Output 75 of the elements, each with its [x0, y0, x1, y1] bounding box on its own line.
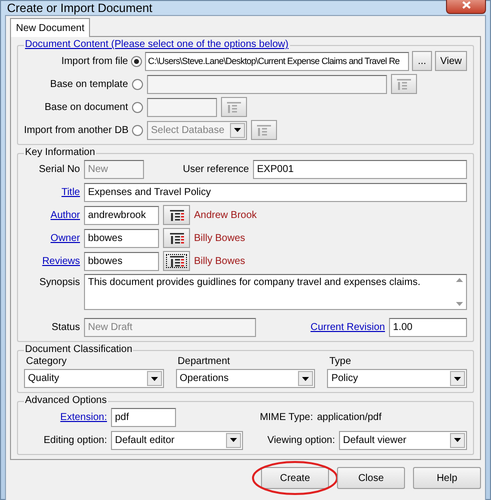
close-icon	[462, 1, 470, 9]
radio-button[interactable]	[131, 56, 142, 66]
user-reference-field[interactable]: EXP001	[253, 160, 467, 178]
field-label: User reference	[182, 164, 249, 174]
radio-button[interactable]	[132, 124, 143, 136]
classification-dropdown[interactable]: Policy	[327, 369, 467, 388]
group-title: Document Classification	[24, 344, 134, 356]
person-name: Billy Bowes	[194, 232, 246, 244]
field-label: Status	[50, 322, 80, 332]
group-title: Key Information	[24, 147, 96, 159]
option-label: Import from another DB	[24, 124, 128, 136]
group-title-link[interactable]: Document Content (Please select one of the options below)	[24, 39, 290, 51]
list-icon	[397, 78, 411, 90]
mime-type-value: application/pdf	[317, 412, 382, 422]
browse-button[interactable]: ...	[412, 51, 432, 71]
person-name: Andrew Brook	[194, 210, 257, 220]
username-field[interactable]: bbowes	[84, 228, 159, 248]
radio-button[interactable]	[132, 78, 143, 90]
dialog-button[interactable]: Close	[337, 467, 405, 489]
extension-link[interactable]: Extension:	[24, 412, 107, 422]
title-field[interactable]: Expenses and Travel Policy	[84, 182, 467, 202]
dropdown-arrow-icon	[230, 438, 237, 442]
lookup-button[interactable]	[163, 228, 190, 248]
extension-field[interactable]: pdf	[111, 408, 176, 426]
field-label: Department	[178, 356, 231, 368]
classification-dropdown[interactable]: Quality	[24, 369, 164, 388]
username-field[interactable]: bbowes	[84, 252, 159, 270]
dropdown-arrow-icon	[234, 128, 241, 132]
window-title: Create or Import Document	[7, 1, 152, 15]
field-label: Synopsis	[38, 276, 80, 288]
tab[interactable]: New Document	[10, 18, 90, 37]
viewing-dropdown[interactable]: Default viewer	[339, 430, 467, 450]
editing-dropdown[interactable]: Default editor	[111, 430, 243, 450]
list-icon	[227, 102, 241, 112]
current-revision-link[interactable]: Current Revision	[295, 322, 385, 332]
dropdown-arrow-icon	[454, 376, 461, 380]
radio-button[interactable]	[132, 102, 143, 112]
list-icon	[170, 232, 184, 244]
field-label: Viewing option:	[266, 434, 335, 446]
serial-number-field[interactable]: New	[84, 160, 144, 178]
status-field[interactable]: New Draft	[84, 318, 256, 336]
list-icon	[170, 210, 184, 220]
person-link[interactable]: Reviews	[24, 256, 80, 266]
person-link[interactable]: Owner	[24, 232, 80, 244]
field-label: Serial No	[38, 164, 80, 174]
field-label: Type	[329, 356, 352, 368]
dropdown-arrow-icon	[302, 376, 310, 380]
dialog-button[interactable]: Create	[261, 467, 329, 489]
lookup-button[interactable]	[163, 205, 190, 225]
synopsis-field[interactable]: This document provides guidlines for company travel and expenses claims.	[84, 274, 467, 310]
dropdown-arrow-icon	[454, 438, 461, 442]
option-label: Base on template	[49, 78, 128, 90]
group-title: Advanced Options	[24, 395, 108, 407]
database-dropdown[interactable]: Select Database	[147, 120, 247, 140]
option-label: Import from file	[60, 56, 128, 66]
person-name: Billy Bowes	[194, 256, 246, 266]
list-icon	[170, 256, 184, 266]
revision-field[interactable]: 1.00	[389, 318, 467, 336]
list-icon	[257, 124, 271, 136]
file-path-field[interactable]: C:\Users\Steve.Lane\Desktop\Current Expense Claims and Travel Re	[145, 52, 409, 70]
field-label: Category	[26, 356, 68, 368]
title-link[interactable]: Title	[24, 186, 80, 198]
scroll-down-icon[interactable]	[456, 302, 462, 306]
close-window-button[interactable]	[446, 0, 486, 14]
view-button[interactable]: View	[435, 51, 467, 71]
lookup-button[interactable]	[163, 251, 190, 271]
scroll-up-icon[interactable]	[456, 278, 462, 282]
person-link[interactable]: Author	[24, 210, 80, 220]
option-label: Base on document	[44, 102, 128, 112]
classification-dropdown[interactable]: Operations	[176, 369, 316, 388]
field-label: MIME Type:	[258, 412, 313, 422]
dropdown-arrow-icon	[150, 376, 158, 380]
field-label: Editing option:	[42, 434, 107, 446]
username-field[interactable]: andrewbrook	[84, 206, 159, 224]
dialog-button[interactable]: Help	[413, 467, 481, 489]
